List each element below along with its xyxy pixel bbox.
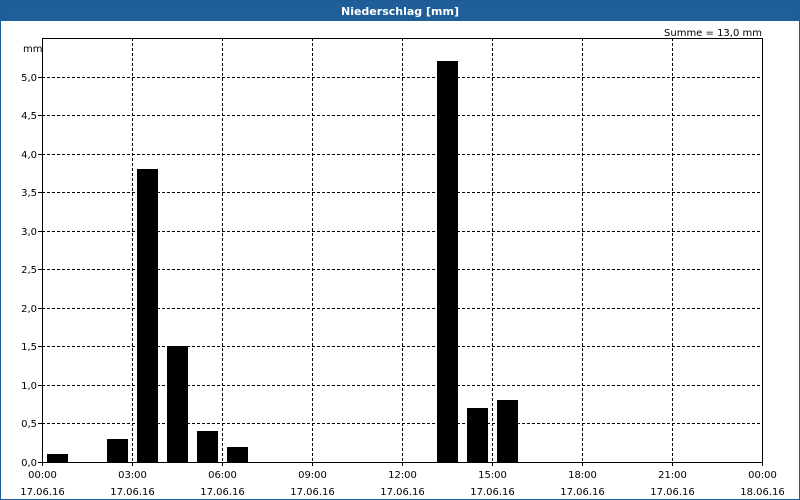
bar: [497, 400, 518, 462]
y-tick-label: 4,5: [21, 111, 37, 122]
y-tick-label: 2,5: [21, 265, 37, 276]
x-tick-label: 03:00: [118, 470, 147, 481]
y-tick-label: 5,0: [21, 73, 37, 84]
x-tick-date-label: 17.06.16: [290, 487, 335, 498]
bar: [107, 439, 128, 462]
y-tick-label: 1,0: [21, 381, 37, 392]
x-tick-date-label: 17.06.16: [380, 487, 425, 498]
bar: [437, 61, 458, 462]
x-tick-date-label: 17.06.16: [470, 487, 515, 498]
sum-annotation: Summe = 13,0 mm: [664, 28, 762, 39]
x-tick-label: 15:00: [478, 470, 507, 481]
x-tick-date-label: 17.06.16: [650, 487, 695, 498]
y-tick-label: 4,0: [21, 150, 37, 161]
x-tick-date-label: 17.06.16: [20, 487, 65, 498]
x-tick-date-label: 17.06.16: [200, 487, 245, 498]
x-tick-label: 18:00: [568, 470, 597, 481]
x-tick-label: 12:00: [388, 470, 417, 481]
x-tick-date-label: 17.06.16: [110, 487, 155, 498]
bar: [167, 346, 188, 462]
y-tick-label: 3,5: [21, 188, 37, 199]
bar: [227, 447, 248, 462]
y-tick-label: 0,0: [21, 458, 37, 469]
x-tick-label: 21:00: [658, 470, 687, 481]
x-tick-date-label: 18.06.16: [740, 487, 785, 498]
y-tick-label: 3,0: [21, 227, 37, 238]
x-tick-date-label: 17.06.16: [560, 487, 605, 498]
y-axis-label: mm: [23, 44, 42, 55]
precipitation-chart: 0,0 0,5 1,0 1,5 2,0 2,5 3,0 3,5 4,0 4,5 5,0 00:00 17…: [20, 28, 785, 498]
bar: [47, 454, 68, 462]
y-tick-label: 1,5: [21, 342, 37, 353]
bar: [137, 169, 158, 462]
bar: [197, 431, 218, 462]
y-tick-label: 0,5: [21, 419, 37, 430]
x-tick-label: 00:00: [748, 470, 777, 481]
chart-window: Niederschlag [mm] 0,0 0,5 1,0 1,5 2,0 2,5 3,0 3…: [0, 0, 800, 500]
bar: [467, 408, 488, 462]
chart-title: Niederschlag [mm]: [1, 1, 799, 21]
x-tick-label: 00:00: [28, 470, 57, 481]
y-tick-label: 2,0: [21, 304, 37, 315]
x-tick-label: 09:00: [298, 470, 327, 481]
x-tick-label: 06:00: [208, 470, 237, 481]
